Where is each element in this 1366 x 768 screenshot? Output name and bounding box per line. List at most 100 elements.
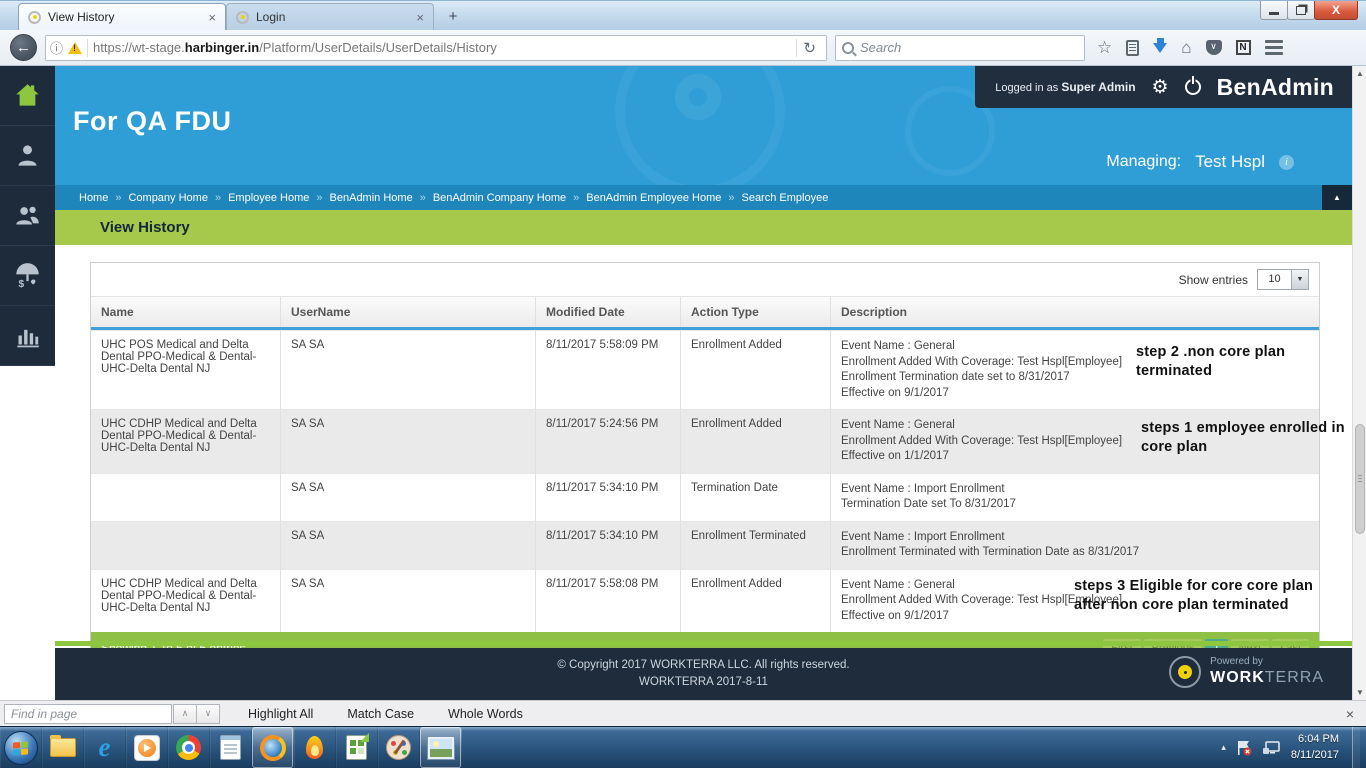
breadcrumb-benadmin-company-home[interactable]: BenAdmin Company Home — [433, 192, 566, 204]
taskbar-spreadsheet[interactable] — [336, 727, 378, 768]
scroll-up-icon[interactable]: ▲ — [1353, 66, 1366, 81]
settings-gear-icon[interactable]: ⚙ — [1152, 78, 1169, 97]
site-footer: © Copyright 2017 WORKTERRA LLC. All righ… — [55, 648, 1352, 700]
scroll-down-icon[interactable]: ▼ — [1353, 685, 1366, 700]
decorative-circle — [675, 74, 721, 120]
window-controls: X — [1261, 1, 1358, 20]
explorer-icon — [50, 738, 76, 757]
site-favicon — [28, 11, 41, 24]
company-title: For QA FDU — [73, 106, 231, 137]
system-tray: ▴ 6:04 PM 8/11/2017 — [1221, 727, 1366, 768]
col-header-description[interactable]: Description — [831, 297, 1319, 327]
sidebar-item-employee[interactable] — [0, 126, 55, 186]
tab-strip: View History × Login × + — [18, 3, 466, 30]
table-row: UHC CDHP Medical and Delta Dental PPO-Me… — [91, 569, 1319, 633]
back-button[interactable]: ← — [10, 34, 37, 61]
taskbar-flame-app[interactable] — [294, 727, 336, 768]
reload-icon[interactable]: ↻ — [796, 39, 822, 57]
find-input[interactable] — [4, 704, 172, 724]
breadcrumb-home[interactable]: Home — [79, 192, 108, 204]
paint-icon — [386, 735, 411, 760]
tab-close-icon[interactable]: × — [416, 10, 424, 25]
menu-icon[interactable] — [1265, 40, 1283, 55]
minimize-button[interactable] — [1260, 1, 1288, 20]
col-header-username[interactable]: UserName — [281, 297, 536, 327]
breadcrumb-benadmin-employee-home[interactable]: BenAdmin Employee Home — [586, 192, 721, 204]
bookmark-star-icon[interactable]: ☆ — [1097, 39, 1112, 56]
start-button[interactable] — [0, 727, 42, 768]
app-header: For QA FDU Logged in as Super Admin ⚙ Be… — [55, 66, 1352, 185]
breadcrumb-employee-home[interactable]: Employee Home — [228, 192, 309, 204]
col-header-action-type[interactable]: Action Type — [681, 297, 831, 327]
taskbar-internet-explorer[interactable]: e — [84, 727, 126, 768]
pocket-icon[interactable]: ∨ — [1206, 40, 1222, 55]
notepad-icon — [220, 735, 241, 760]
whole-words-button[interactable]: Whole Words — [448, 707, 523, 721]
cell-username: SA SA — [281, 474, 536, 521]
page-info-icon[interactable]: ⓘ — [50, 38, 63, 57]
table-row: SA SA 8/11/2017 5:34:10 PM Enrollment Te… — [91, 521, 1319, 569]
taskbar-explorer[interactable] — [42, 727, 84, 768]
collapse-header-button[interactable]: ▲ — [1322, 185, 1352, 210]
new-tab-button[interactable]: + — [440, 7, 466, 27]
firefox-icon — [260, 735, 286, 761]
cell-username: SA SA — [281, 522, 536, 569]
sidebar-item-employees-group[interactable] — [0, 186, 55, 246]
url-text[interactable]: https://wt-stage.harbinger.in/Platform/U… — [93, 40, 791, 55]
sidebar-item-benefits[interactable]: $ — [0, 246, 55, 306]
network-icon[interactable] — [1262, 739, 1282, 757]
find-next-button[interactable]: ∨ — [196, 704, 220, 724]
col-header-modified-date[interactable]: Modified Date — [536, 297, 681, 327]
taskbar-paint[interactable] — [378, 727, 420, 768]
downloads-icon[interactable] — [1153, 43, 1167, 53]
home-icon[interactable]: ⌂ — [1181, 39, 1191, 56]
info-icon[interactable]: i — [1279, 155, 1294, 170]
taskbar-clock[interactable]: 6:04 PM 8/11/2017 — [1291, 732, 1339, 764]
history-panel: Show entries 10 ▼ Name UserName Modified… — [90, 262, 1320, 665]
page-size-select[interactable]: 10 ▼ — [1257, 269, 1309, 290]
taskbar-media-player[interactable] — [126, 727, 168, 768]
breadcrumb-search-employee[interactable]: Search Employee — [741, 192, 828, 204]
taskbar-firefox[interactable] — [252, 727, 294, 768]
scrollbar-thumb[interactable] — [1355, 424, 1365, 534]
tab-close-icon[interactable]: × — [208, 10, 216, 25]
sidebar-item-reports[interactable] — [0, 306, 55, 366]
ie-icon: e — [99, 732, 111, 763]
reading-list-icon[interactable] — [1126, 40, 1139, 56]
find-close-icon[interactable]: × — [1346, 706, 1354, 722]
insecure-lock-icon[interactable] — [68, 42, 82, 54]
find-previous-button[interactable]: ∧ — [173, 704, 197, 724]
cell-description: Event Name : General Enrollment Added Wi… — [831, 570, 1319, 633]
image-viewer-icon — [428, 737, 454, 759]
close-button[interactable]: X — [1314, 1, 1358, 20]
breadcrumb-benadmin-home[interactable]: BenAdmin Home — [330, 192, 413, 204]
show-desktop-button[interactable] — [1352, 727, 1360, 768]
workterra-wordmark: WORKTERRA — [1210, 668, 1324, 687]
col-header-name[interactable]: Name — [91, 297, 281, 327]
hidden-icons-icon[interactable]: ▴ — [1221, 742, 1226, 753]
powered-by-block: Powered by WORKTERRA — [1169, 656, 1324, 688]
taskbar-chrome[interactable] — [168, 727, 210, 768]
search-input[interactable] — [860, 40, 1078, 55]
search-icon — [842, 42, 854, 54]
match-case-button[interactable]: Match Case — [347, 707, 414, 721]
tab-view-history[interactable]: View History × — [18, 3, 226, 30]
breadcrumb-company-home[interactable]: Company Home — [128, 192, 207, 204]
cell-action-type: Enrollment Terminated — [681, 522, 831, 569]
managing-company[interactable]: Test Hspl — [1195, 152, 1265, 172]
cell-modified-date: 8/11/2017 5:58:09 PM — [536, 331, 681, 409]
taskbar-notepad[interactable] — [210, 727, 252, 768]
taskbar-snipping-tool[interactable] — [420, 727, 462, 768]
highlight-all-button[interactable]: Highlight All — [248, 707, 313, 721]
tab-login[interactable]: Login × — [226, 3, 434, 30]
page-scrollbar[interactable]: ▲ ▼ — [1352, 66, 1366, 700]
action-center-flag-icon[interactable] — [1235, 739, 1253, 757]
search-box[interactable] — [835, 35, 1085, 61]
restore-button[interactable] — [1287, 1, 1315, 20]
sidebar-item-home[interactable] — [0, 66, 55, 126]
logout-power-icon[interactable] — [1185, 79, 1201, 95]
url-bar[interactable]: ⓘ https://wt-stage.harbinger.in/Platform… — [45, 35, 827, 61]
onenote-clipper-icon[interactable]: N — [1236, 40, 1251, 55]
select-dropdown-icon[interactable]: ▼ — [1291, 270, 1308, 289]
bar-chart-icon — [14, 322, 41, 349]
